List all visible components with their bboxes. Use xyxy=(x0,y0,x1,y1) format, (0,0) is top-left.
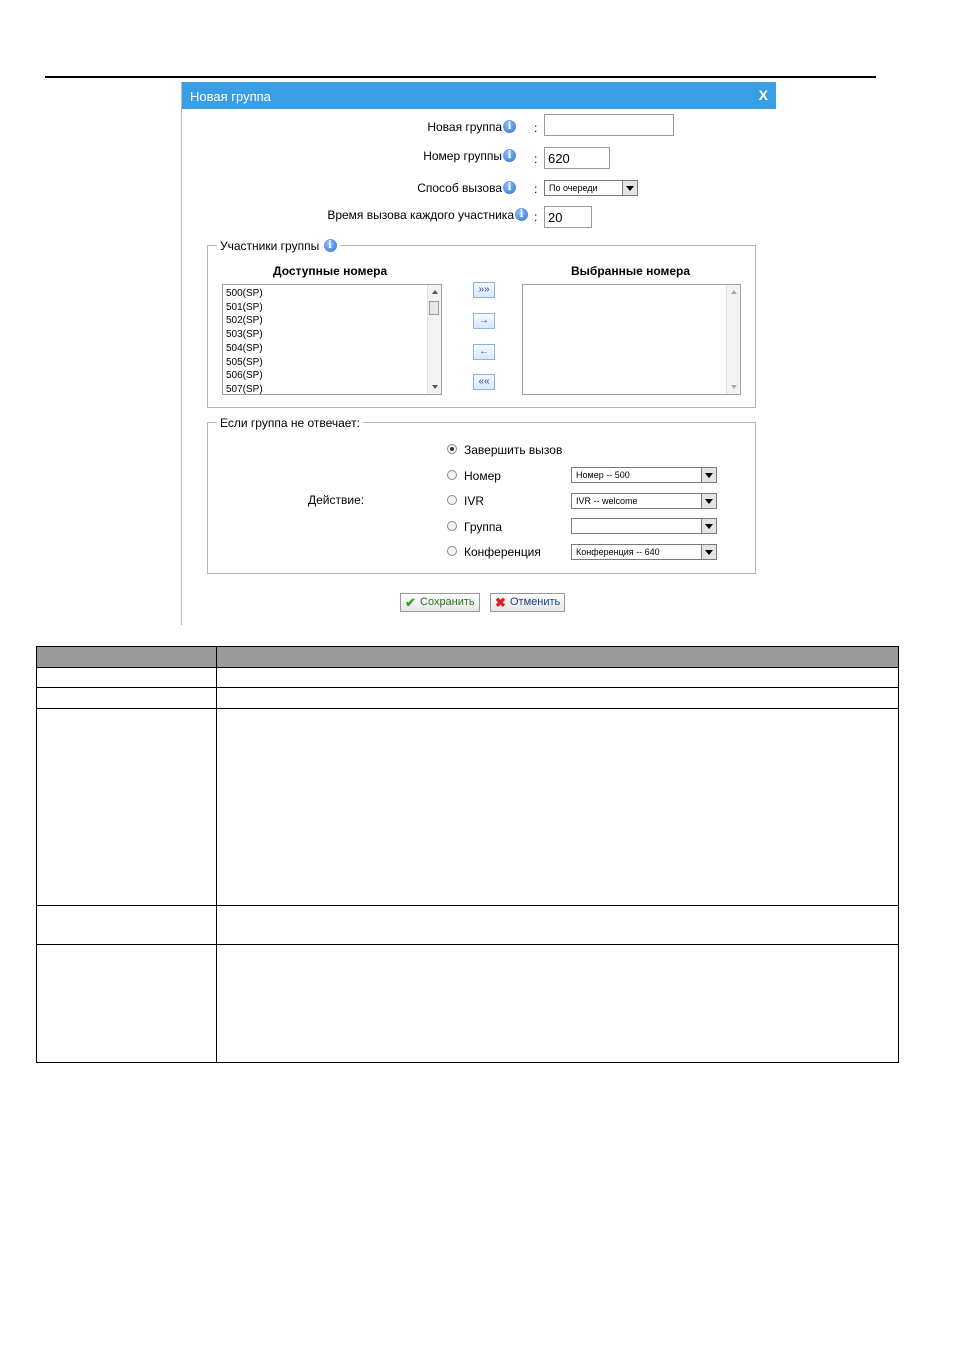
list-item[interactable]: 500(SP) xyxy=(226,287,263,301)
number-select-value: Номер -- 500 xyxy=(576,470,630,480)
list-item[interactable]: 502(SP) xyxy=(226,314,263,328)
new-group-dialog: Новая группа X Новая группа i : Номер гру… xyxy=(181,82,776,625)
ivr-select-value: IVR -- welcome xyxy=(576,496,638,506)
cancel-button[interactable]: ✖ Отменить xyxy=(490,593,566,612)
available-numbers-list[interactable]: 500(SP) 501(SP) 502(SP) 503(SP) 504(SP) 505(S… xyxy=(222,284,442,395)
cancel-label: Отменить xyxy=(510,596,561,608)
scrollbar[interactable] xyxy=(427,285,441,394)
dialog-titlebar: Новая группа X xyxy=(182,82,776,109)
colon: : xyxy=(534,210,538,224)
available-numbers-header: Доступные номера xyxy=(273,264,388,278)
radio-group[interactable] xyxy=(447,521,457,531)
chevron-down-icon[interactable] xyxy=(701,545,716,559)
parameters-table xyxy=(36,646,899,1063)
table-header-row xyxy=(36,646,899,668)
table-cell xyxy=(216,687,899,709)
list-item[interactable]: 504(SP) xyxy=(226,342,263,356)
colon: : xyxy=(534,152,538,166)
info-icon[interactable]: i xyxy=(503,181,516,194)
table-cell xyxy=(36,687,217,709)
no-answer-legend: Если группа не отвечает: xyxy=(217,416,363,430)
table-cell xyxy=(216,667,899,688)
list-item[interactable]: 505(SP) xyxy=(226,356,263,370)
remove-all-button[interactable]: «« xyxy=(473,374,495,390)
number-label: Номер xyxy=(464,469,501,483)
number-select[interactable]: Номер -- 500 xyxy=(571,467,717,483)
ring-time-input[interactable]: 20 xyxy=(544,206,592,228)
scroll-down-icon[interactable] xyxy=(731,385,737,389)
table-cell xyxy=(36,944,217,1063)
conference-select-value: Конференция -- 640 xyxy=(576,547,660,557)
info-icon[interactable]: i xyxy=(503,149,516,162)
selected-numbers-list[interactable] xyxy=(522,284,741,395)
table-row xyxy=(36,944,899,1063)
colon: : xyxy=(534,121,538,135)
conference-select[interactable]: Конференция -- 640 xyxy=(571,544,717,560)
ivr-label: IVR xyxy=(464,494,485,508)
table-cell xyxy=(36,905,217,945)
group-number-input[interactable]: 620 xyxy=(544,147,610,169)
radio-hangup[interactable] xyxy=(447,444,457,454)
top-rule xyxy=(45,76,876,78)
call-method-label: Способ вызова i xyxy=(417,181,516,195)
remove-button[interactable]: ← xyxy=(473,344,495,360)
scroll-down-icon[interactable] xyxy=(432,385,438,389)
colon: : xyxy=(534,182,538,196)
info-icon[interactable]: i xyxy=(503,120,516,133)
chevron-down-icon[interactable] xyxy=(701,468,716,482)
info-icon[interactable]: i xyxy=(323,239,337,252)
add-all-button[interactable]: »» xyxy=(473,282,495,298)
call-method-select[interactable]: По очереди xyxy=(544,180,638,196)
list-item[interactable]: 503(SP) xyxy=(226,328,263,342)
chevron-down-icon[interactable] xyxy=(701,519,716,533)
dialog-title: Новая группа xyxy=(190,89,271,104)
available-items: 500(SP) 501(SP) 502(SP) 503(SP) 504(SP) 505(S… xyxy=(226,287,263,394)
checkmark-icon: ✔ xyxy=(405,595,416,610)
table-header-cell xyxy=(36,646,217,668)
group-name-label: Новая группа i xyxy=(427,120,516,134)
close-button[interactable]: X xyxy=(759,87,768,103)
table-row xyxy=(36,708,899,906)
x-icon: ✖ xyxy=(495,595,506,610)
table-cell xyxy=(216,708,899,906)
scroll-thumb[interactable] xyxy=(429,301,439,315)
chevron-down-icon[interactable] xyxy=(701,494,716,508)
radio-ivr[interactable] xyxy=(447,495,457,505)
table-cell xyxy=(216,905,899,945)
group-number-label: Номер группы i xyxy=(423,149,516,163)
group-name-input[interactable] xyxy=(544,114,674,136)
scrollbar[interactable] xyxy=(726,285,740,394)
ivr-select[interactable]: IVR -- welcome xyxy=(571,493,717,509)
list-item[interactable]: 507(SP) xyxy=(226,383,263,394)
list-item[interactable]: 501(SP) xyxy=(226,301,263,315)
chevron-down-icon[interactable] xyxy=(622,181,637,195)
save-button[interactable]: ✔ Сохранить xyxy=(400,593,480,612)
scroll-up-icon[interactable] xyxy=(432,290,438,294)
action-label: Действие: xyxy=(308,493,365,507)
members-legend: Участники группы i xyxy=(217,239,340,253)
group-label: Группа xyxy=(464,520,503,534)
conference-label: Конференция xyxy=(464,545,541,559)
list-item[interactable]: 506(SP) xyxy=(226,369,263,383)
call-method-value: По очереди xyxy=(549,183,598,193)
table-cell xyxy=(36,708,217,906)
table-cell xyxy=(36,667,217,688)
table-row xyxy=(36,687,899,709)
selected-numbers-header: Выбранные номера xyxy=(571,264,691,278)
radio-conference[interactable] xyxy=(447,546,457,556)
table-cell xyxy=(216,944,899,1063)
add-button[interactable]: → xyxy=(473,313,495,329)
radio-number[interactable] xyxy=(447,470,457,480)
info-icon[interactable]: i xyxy=(515,208,528,221)
group-select[interactable] xyxy=(571,518,717,534)
table-row xyxy=(36,667,899,688)
hangup-label: Завершить вызов xyxy=(464,443,563,457)
table-row xyxy=(36,905,899,945)
ring-time-label: Время вызова каждого участника i xyxy=(327,208,528,222)
table-header-cell xyxy=(216,646,899,668)
save-label: Сохранить xyxy=(420,596,475,608)
scroll-up-icon[interactable] xyxy=(731,290,737,294)
